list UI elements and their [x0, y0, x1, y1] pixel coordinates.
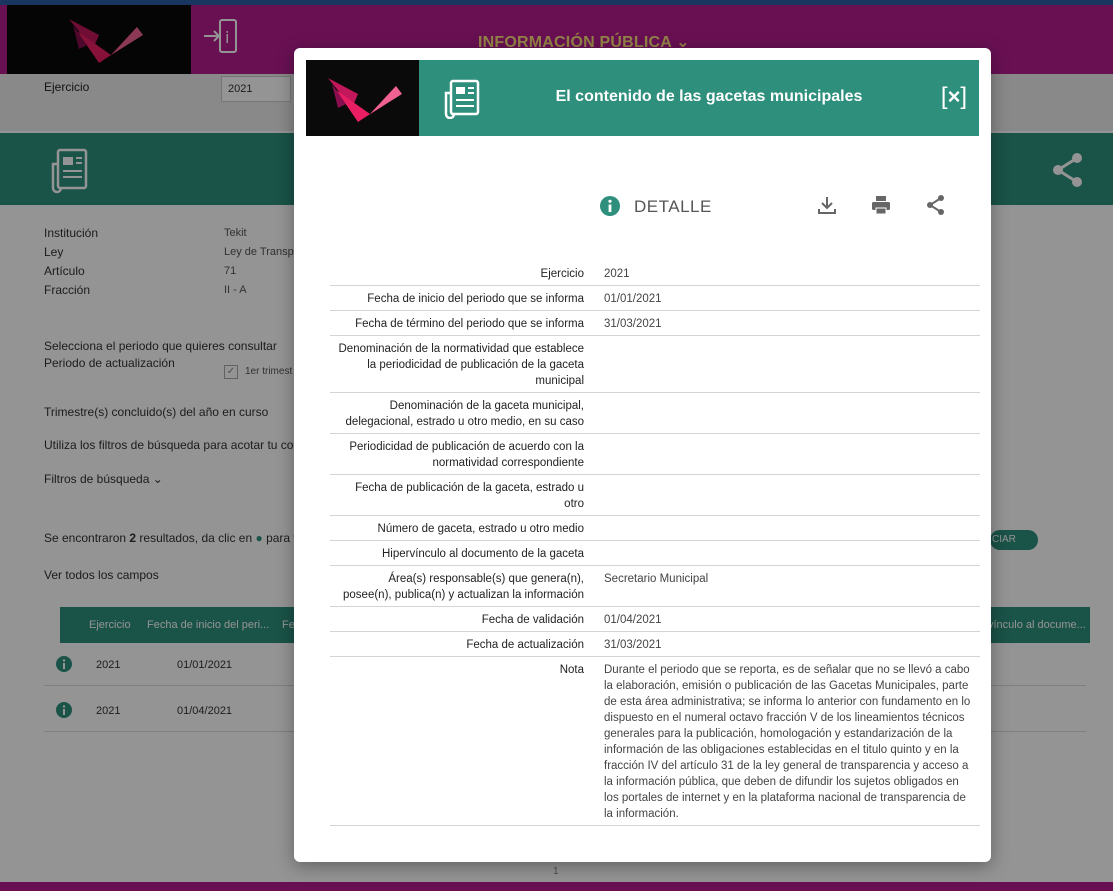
close-button[interactable]: [×] [936, 80, 972, 114]
detail-value [592, 335, 980, 393]
detail-value [592, 392, 980, 434]
detail-modal: El contenido de las gacetas municipales … [294, 48, 991, 862]
detail-label: Denominación de la gaceta municipal, del… [330, 392, 592, 434]
detail-label: Nota [330, 656, 592, 826]
detail-row: Denominación de la normatividad que esta… [330, 335, 980, 393]
document-icon [444, 79, 480, 119]
info-icon [600, 196, 620, 216]
detail-label: Fecha de validación [330, 606, 592, 632]
detail-label: Denominación de la normatividad que esta… [330, 335, 592, 393]
detail-value: 31/03/2021 [592, 310, 980, 336]
detail-label: Número de gaceta, estrado u otro medio [330, 515, 592, 541]
detail-label: Fecha de inicio del periodo que se infor… [330, 285, 592, 311]
modal-title: El contenido de las gacetas municipales [555, 88, 863, 105]
detail-value [592, 474, 980, 516]
share-icon[interactable] [925, 194, 947, 216]
logo-graphic [328, 78, 402, 122]
detail-label: Fecha de publicación de la gaceta, estra… [330, 474, 592, 516]
detail-row: Fecha de inicio del periodo que se infor… [330, 285, 980, 311]
detail-row: Denominación de la gaceta municipal, del… [330, 392, 980, 434]
detail-label: Periodicidad de publicación de acuerdo c… [330, 433, 592, 475]
detail-row: Ejercicio 2021 [330, 261, 980, 286]
detail-row: Nota Durante el periodo que se reporta, e… [330, 656, 980, 826]
detail-table: Ejercicio 2021 Fecha de inicio del periodo… [330, 261, 980, 826]
detail-label: Área(s) responsable(s) que genera(n), po… [330, 565, 592, 607]
detail-value: 31/03/2021 [592, 631, 980, 657]
detail-value: 01/01/2021 [592, 285, 980, 311]
detail-row: Número de gaceta, estrado u otro medio [330, 515, 980, 541]
detail-row: Fecha de publicación de la gaceta, estra… [330, 474, 980, 516]
modal-header: El contenido de las gacetas municipales … [306, 60, 979, 136]
detail-label: Fecha de término del periodo que se info… [330, 310, 592, 336]
detail-label: Ejercicio [330, 261, 592, 286]
detail-label: Hipervínculo al documento de la gaceta [330, 540, 592, 566]
detail-value: 01/04/2021 [592, 606, 980, 632]
detail-row: Fecha de actualización 31/03/2021 [330, 631, 980, 657]
detail-value [592, 433, 980, 475]
download-icon[interactable] [816, 194, 838, 216]
detail-row: Fecha de validación 01/04/2021 [330, 606, 980, 632]
detalle-label: DETALLE [634, 197, 712, 216]
detail-row: Periodicidad de publicación de acuerdo c… [330, 433, 980, 475]
detail-row: Hipervínculo al documento de la gaceta [330, 540, 980, 566]
print-icon[interactable] [870, 194, 892, 216]
detail-row: Área(s) responsable(s) que genera(n), po… [330, 565, 980, 607]
detail-row: Fecha de término del periodo que se info… [330, 310, 980, 336]
detail-value [592, 540, 980, 566]
detail-value: Durante el periodo que se reporta, es de… [592, 656, 980, 826]
detail-value [592, 515, 980, 541]
detail-label: Fecha de actualización [330, 631, 592, 657]
close-icon: × [947, 84, 961, 109]
detail-value: 2021 [592, 261, 980, 286]
detail-value: Secretario Municipal [592, 565, 980, 607]
modal-logo [306, 60, 419, 136]
